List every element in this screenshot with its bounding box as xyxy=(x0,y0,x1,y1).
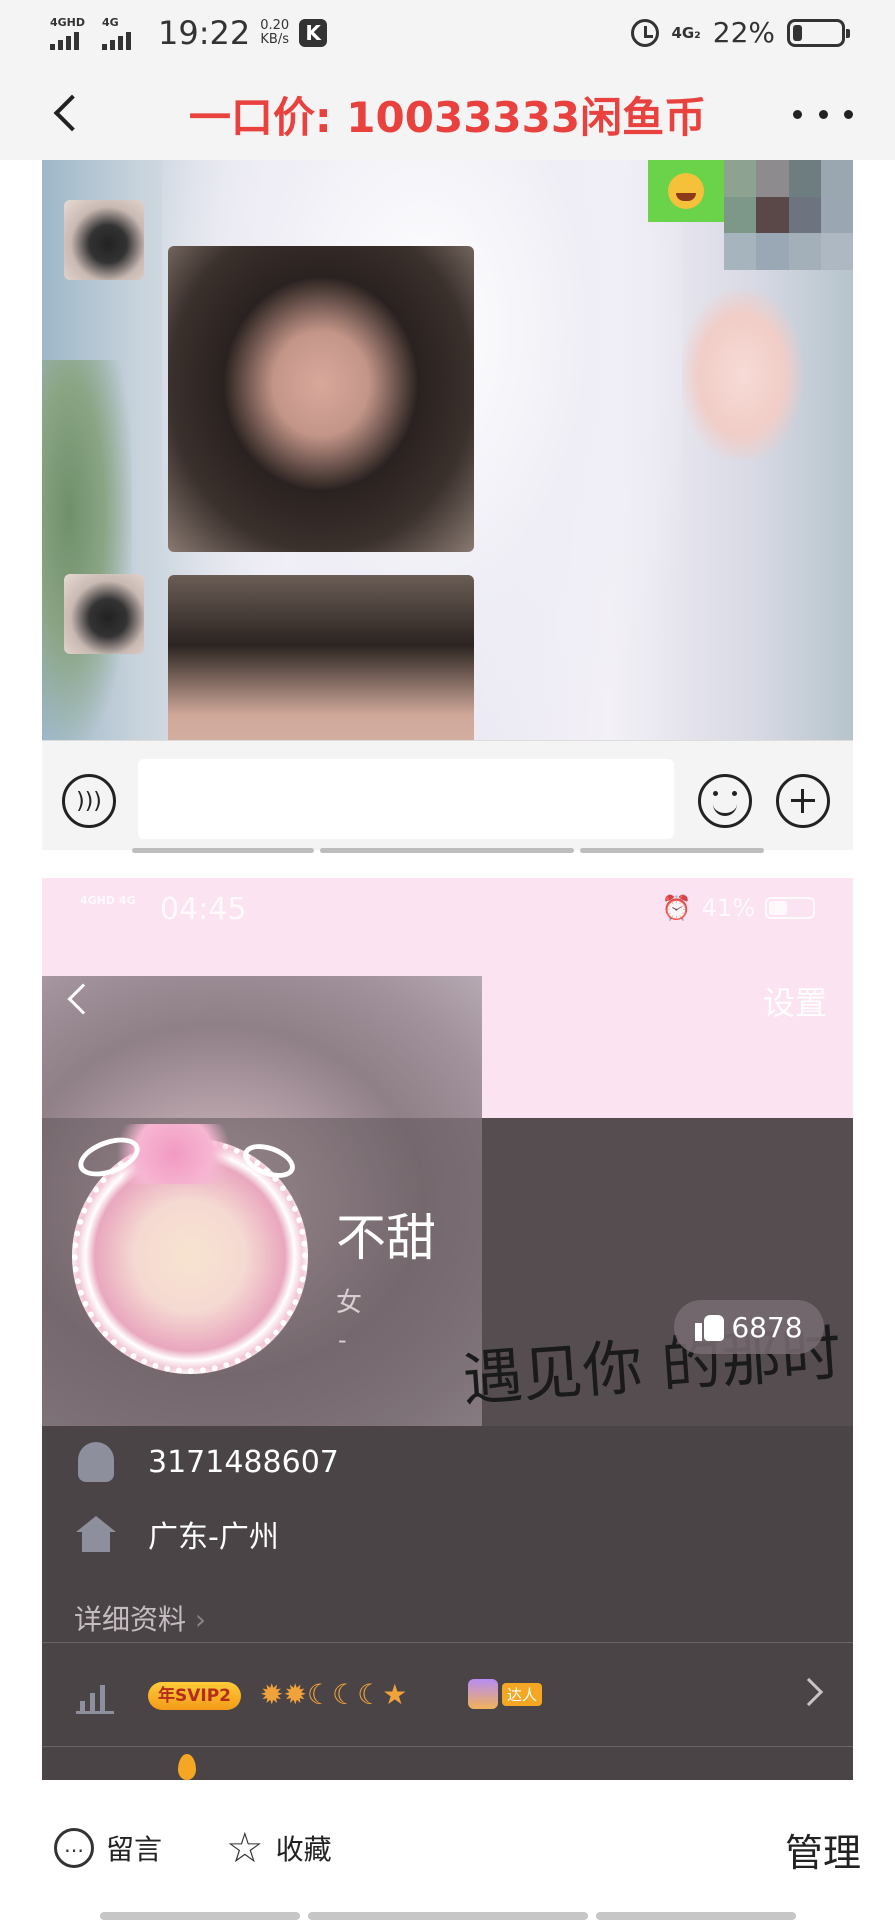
chevron-right-icon xyxy=(794,1677,824,1707)
detail-info-link[interactable]: 详细资料 xyxy=(74,1598,206,1638)
chat-photo-message[interactable] xyxy=(168,246,474,552)
profile-gender: 女 xyxy=(336,1288,363,1318)
speed-value: 0.20 xyxy=(260,18,290,33)
profile-screenshot-image: 4GHD 4G 04:45 ⏰ 41% 设置 不甜 女 - 遇见你 的那时 68… xyxy=(42,878,853,1780)
network-type-1: 4GHD xyxy=(50,16,86,29)
voice-icon[interactable]: ))) xyxy=(62,774,116,828)
chat-avatar[interactable] xyxy=(64,574,144,654)
message-input[interactable] xyxy=(138,759,674,839)
home-icon xyxy=(76,1516,116,1552)
comment-button[interactable]: 留言 xyxy=(54,1828,162,1868)
settings-link[interactable]: 设置 xyxy=(763,978,827,1024)
screenshot-nav-indicator xyxy=(580,848,764,853)
screenshot-nav-indicator xyxy=(132,848,314,853)
vip-level-row[interactable]: 年SVIP2 ✹✹☾☾☾★ 达人 xyxy=(42,1646,853,1746)
bottom-action-bar: 留言 ☆ 收藏 管理 xyxy=(0,1780,895,1920)
chevron-left-icon xyxy=(53,94,91,132)
chat-photo-message[interactable] xyxy=(168,575,474,740)
anime-hand xyxy=(682,290,802,460)
network-type-2: 4G xyxy=(102,16,119,29)
profile-extra: - xyxy=(338,1326,347,1354)
status-left: 4GHD 4G 19:22 0.20 KB/s K xyxy=(50,14,328,52)
profile-battery-icon xyxy=(765,897,815,919)
system-nav-indicator xyxy=(100,1912,300,1920)
comment-label: 留言 xyxy=(106,1833,163,1866)
daren-label: 达人 xyxy=(502,1682,543,1706)
qq-number: 3171488607 xyxy=(148,1444,339,1480)
location-text: 广东-广州 xyxy=(148,1520,279,1555)
profile-status-bar: 4GHD 4G 04:45 ⏰ 41% xyxy=(80,892,815,928)
signal-icon: 4GHD xyxy=(50,16,92,50)
divider xyxy=(42,1746,853,1747)
qq-penguin-icon xyxy=(78,1442,114,1482)
wing-icon xyxy=(468,1679,498,1709)
profile-alarm-icon: ⏰ xyxy=(661,894,692,922)
like-count: 6878 xyxy=(731,1310,803,1344)
speed-unit: KB/s xyxy=(260,32,289,47)
flame-icon xyxy=(178,1754,196,1780)
star-icon: ☆ xyxy=(226,1823,264,1872)
profile-network: 4GHD 4G xyxy=(80,894,136,907)
system-nav-indicator xyxy=(308,1912,588,1920)
network-speed: 0.20 KB/s xyxy=(260,19,289,47)
battery-icon xyxy=(787,18,850,47)
thumbs-up-icon xyxy=(695,1313,725,1341)
profile-status-time: 04:45 xyxy=(160,892,247,927)
more-button[interactable] xyxy=(793,94,853,134)
back-button[interactable] xyxy=(42,88,92,138)
profile-back-button[interactable] xyxy=(60,980,100,1020)
mosaic-blur xyxy=(724,160,853,270)
app-notification-icon: K xyxy=(299,19,328,47)
signal-icon: 4G xyxy=(102,16,144,50)
location-row: 广东-广州 xyxy=(42,1498,853,1570)
page-title: 一口价: 10033333闲鱼币 xyxy=(188,93,707,142)
chat-screenshot-image xyxy=(42,160,853,740)
more-dots-icon xyxy=(793,109,802,119)
status-bar: 4GHD 4G 19:22 0.20 KB/s K 4G₂ 22% xyxy=(0,0,895,70)
daren-badge: 达人 xyxy=(460,1674,550,1714)
alarm-icon xyxy=(631,18,660,47)
emoji-sticker-icon xyxy=(648,160,724,222)
screenshot-nav-indicator xyxy=(320,848,574,853)
divider xyxy=(42,1642,853,1643)
favorite-label: 收藏 xyxy=(275,1833,332,1866)
level-icons: ✹✹☾☾☾★ xyxy=(260,1678,408,1711)
chat-input-bar: ))) xyxy=(42,740,853,850)
emoji-icon[interactable] xyxy=(698,774,752,828)
chevron-left-icon xyxy=(67,983,99,1015)
profile-battery-percent: 41% xyxy=(701,894,755,922)
battery-percent: 22% xyxy=(712,16,775,49)
nav-bar: 一口价: 10033333闲鱼币 xyxy=(0,70,895,160)
background-tree xyxy=(42,360,132,740)
chat-avatar[interactable] xyxy=(64,200,144,280)
system-nav-indicator xyxy=(596,1912,796,1920)
qq-number-row: 3171488607 xyxy=(42,1426,853,1498)
profile-nickname: 不甜 xyxy=(336,1209,436,1267)
manage-button[interactable]: 管理 xyxy=(785,1822,861,1877)
svip-badge: 年SVIP2 xyxy=(148,1682,242,1710)
plus-icon[interactable] xyxy=(776,774,830,828)
comment-icon xyxy=(54,1828,94,1868)
network-type-3: 4G₂ xyxy=(671,23,701,42)
status-time: 19:22 xyxy=(158,14,251,52)
status-right: 4G₂ 22% xyxy=(631,16,850,49)
like-button[interactable]: 6878 xyxy=(674,1300,824,1354)
level-stats-icon xyxy=(76,1680,114,1714)
favorite-button[interactable]: ☆ 收藏 xyxy=(226,1823,332,1872)
